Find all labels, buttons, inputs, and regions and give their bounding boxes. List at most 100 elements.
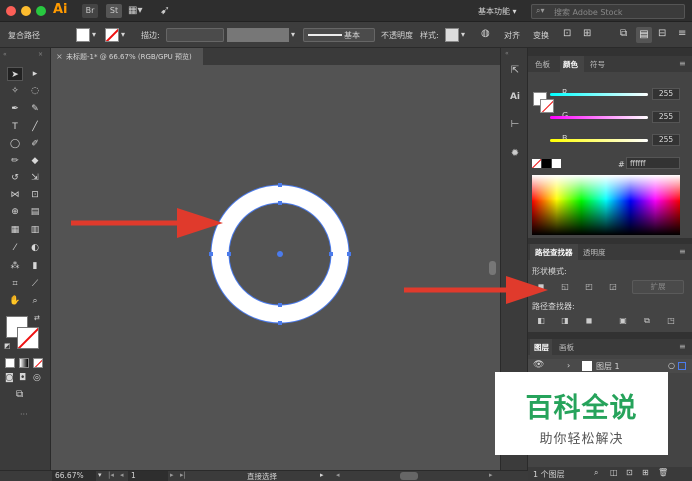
tab-artboards[interactable]: 画板	[559, 342, 574, 353]
crop-icon[interactable]: ▣	[616, 315, 630, 327]
intersect-icon[interactable]: ◰	[582, 281, 596, 293]
new-layer-icon[interactable]: ⊞	[642, 468, 649, 477]
value-field-g[interactable]: 255	[652, 111, 680, 123]
selection-indicator[interactable]	[678, 362, 686, 370]
none-swatch[interactable]	[532, 159, 541, 168]
layer-name[interactable]: 图层 1	[596, 361, 620, 372]
arrange-icon[interactable]: ⧉	[620, 28, 627, 39]
blend-tool-icon[interactable]: ◐	[27, 241, 43, 255]
ai-document-icon[interactable]: Ai	[508, 90, 522, 104]
ellipse-tool-icon[interactable]: ◯	[7, 137, 23, 151]
swap-fill-stroke-icon[interactable]: ⇄	[34, 314, 40, 322]
workspace-switcher[interactable]: 基本功能 ▾	[478, 6, 517, 17]
color-spectrum[interactable]	[532, 175, 680, 235]
white-swatch[interactable]	[552, 159, 561, 168]
variable-width-profile[interactable]	[227, 28, 289, 42]
scroll-right-icon[interactable]: ▸	[489, 471, 493, 479]
target-icon[interactable]: ○	[668, 361, 675, 370]
locate-object-icon[interactable]: ⌕	[594, 468, 598, 478]
gradient-mode-icon[interactable]	[19, 358, 29, 368]
minimize-window-button[interactable]	[21, 6, 31, 16]
default-colors-icon[interactable]: ◩	[4, 342, 11, 350]
align-left-icon[interactable]: ⊢	[508, 118, 522, 132]
pen-tool-icon[interactable]: ✒	[7, 102, 23, 116]
slider-g[interactable]	[550, 116, 648, 119]
chevron-down-icon[interactable]: ▾	[92, 30, 96, 39]
isolate-icon[interactable]: ⊡	[563, 28, 571, 39]
chevron-down-icon[interactable]: ▾	[461, 30, 465, 39]
panel-menu-icon[interactable]: ≡	[679, 247, 686, 256]
mesh-tool-icon[interactable]: ▦	[7, 223, 23, 237]
close-tab-icon[interactable]: ×	[56, 52, 63, 61]
panel-menu-icon[interactable]: ≡	[679, 59, 686, 68]
next-artboard-icon[interactable]: ▸	[170, 471, 174, 479]
chevron-right-icon[interactable]: ›	[567, 361, 570, 370]
slider-r[interactable]	[550, 93, 648, 96]
more-tools-icon[interactable]: ···	[20, 410, 28, 419]
panel-stroke-box[interactable]	[540, 99, 554, 113]
arrange-documents-icon[interactable]: ▦▾	[128, 5, 142, 16]
value-field-b[interactable]: 255	[652, 134, 680, 146]
last-artboard-icon[interactable]: ▸|	[180, 471, 186, 479]
hex-input[interactable]: ffffff	[626, 157, 680, 169]
bridge-button[interactable]: Br	[82, 4, 98, 18]
paintbrush-tool-icon[interactable]: ✐	[27, 137, 43, 151]
value-field-r[interactable]: 255	[652, 88, 680, 100]
zoom-tool-icon[interactable]: ⌕	[27, 294, 43, 308]
zoom-field[interactable]: 66.67%	[52, 471, 96, 481]
shape-builder-tool-icon[interactable]: ⊕	[7, 205, 23, 219]
outline-icon[interactable]: ⧉	[640, 315, 654, 327]
chevron-down-icon[interactable]: ▾	[121, 30, 125, 39]
layer-row[interactable]: 👁 › 图层 1 ○	[528, 359, 692, 373]
screen-mode-icon[interactable]: ⧉	[16, 389, 23, 400]
gradient-tool-icon[interactable]: ▥	[27, 223, 43, 237]
shaper-tool-icon[interactable]: ✏	[7, 154, 23, 168]
type-tool-icon[interactable]: T	[7, 120, 23, 134]
curvature-tool-icon[interactable]: ✎	[27, 102, 43, 116]
edit-contents-icon[interactable]: ⊞	[583, 28, 591, 39]
tab-symbols[interactable]: 符号	[590, 59, 605, 70]
exclude-icon[interactable]: ◲	[606, 281, 620, 293]
minus-back-icon[interactable]: ◳	[664, 315, 678, 327]
divide-icon[interactable]: ◧	[534, 315, 548, 327]
brush-definition-dropdown[interactable]: 基本	[303, 28, 375, 42]
export-icon[interactable]: ⇱	[508, 64, 522, 78]
gpu-performance-icon[interactable]: ➹	[160, 3, 170, 17]
black-swatch[interactable]	[542, 159, 551, 168]
new-sublayer-icon[interactable]: ⊡	[626, 468, 633, 477]
hand-tool-icon[interactable]: ✋	[7, 294, 23, 308]
eyedropper-tool-icon[interactable]: ⁄	[7, 241, 23, 255]
expand-button[interactable]: 扩展	[632, 280, 684, 294]
horizontal-scroll-thumb[interactable]	[400, 472, 418, 480]
chevron-right-icon[interactable]: ▸	[320, 471, 324, 479]
draw-normal-icon[interactable]: ◙	[5, 373, 14, 383]
stroke-weight-field[interactable]	[166, 28, 224, 42]
lasso-tool-icon[interactable]: ◌	[27, 84, 43, 98]
draw-behind-icon[interactable]: ◘	[19, 373, 26, 383]
free-transform-tool-icon[interactable]: ⊡	[27, 188, 43, 202]
recolor-artwork-icon[interactable]: ◍	[481, 28, 490, 39]
graphic-style-swatch[interactable]	[445, 28, 459, 42]
delete-layer-icon[interactable]: 🗑	[658, 468, 668, 477]
align-button[interactable]: 对齐	[504, 30, 520, 41]
chevron-down-icon[interactable]: ▾	[98, 471, 102, 479]
rotate-tool-icon[interactable]: ↺	[7, 171, 23, 185]
column-graph-tool-icon[interactable]: ▮	[27, 259, 43, 273]
distribute-icon[interactable]: ⊟	[658, 28, 666, 39]
eye-icon[interactable]: 👁	[533, 360, 544, 370]
line-tool-icon[interactable]: ╱	[27, 120, 43, 134]
opacity-label[interactable]: 不透明度	[381, 30, 413, 41]
color-mode-icon[interactable]	[5, 358, 15, 368]
tab-layers[interactable]: 图层	[534, 342, 549, 353]
direct-selection-tool-icon[interactable]: ▸	[27, 67, 43, 81]
sun-icon[interactable]: ✹	[508, 147, 522, 161]
width-tool-icon[interactable]: ⋈	[7, 188, 23, 202]
stock-button[interactable]: St	[106, 4, 122, 18]
document-tab[interactable]: × 未标题-1* @ 66.67% (RGB/GPU 预览)	[51, 48, 203, 65]
tab-swatches[interactable]: 色板	[535, 59, 550, 70]
panel-menu-icon[interactable]: ≡	[679, 342, 686, 351]
close-panel-icon[interactable]: ×	[38, 51, 43, 58]
slice-tool-icon[interactable]: ⟋	[27, 277, 43, 291]
panel-menu-toggle-icon[interactable]: ▤	[636, 27, 652, 43]
clipping-mask-icon[interactable]: ◫	[610, 468, 618, 477]
